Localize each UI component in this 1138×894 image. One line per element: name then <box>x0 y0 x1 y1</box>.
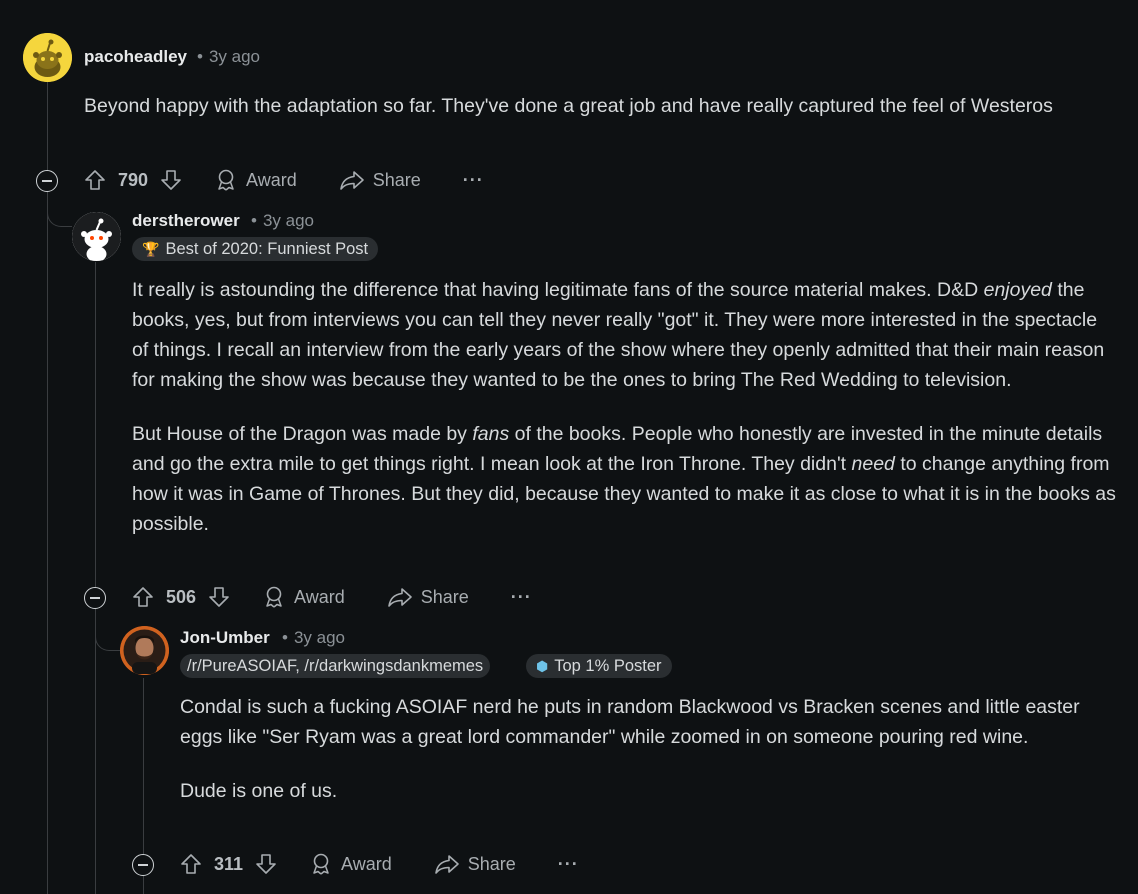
comment-timestamp: • 3y ago <box>247 211 314 231</box>
share-label: Share <box>420 586 469 607</box>
separator-dot: • <box>282 628 288 647</box>
top-poster-badge-icon: ⬢ <box>536 658 549 674</box>
downvote-arrow-icon <box>161 170 181 190</box>
action-bar: 311 Award Share ··· <box>180 846 579 882</box>
upvote-button[interactable] <box>180 853 202 875</box>
upvote-button[interactable] <box>132 586 154 608</box>
more-options-button[interactable]: ··· <box>463 170 484 191</box>
avatar[interactable] <box>72 212 121 261</box>
reply-connector <box>95 612 120 651</box>
upvote-arrow-icon <box>181 854 201 874</box>
comment-timestamp: • 3y ago <box>193 47 260 67</box>
award-icon <box>313 853 329 875</box>
snoo-avatar-icon <box>72 212 121 261</box>
emphasis-text: need <box>851 453 895 475</box>
text-span: But House of the Dragon was made by <box>132 423 473 445</box>
user-flair: 🏆 Best of 2020: Funniest Post <box>132 237 379 261</box>
emphasis-text: enjoyed <box>983 279 1052 301</box>
flair-label: Top 1% Poster <box>554 657 662 675</box>
collapse-button[interactable] <box>36 170 58 192</box>
share-label: Share <box>467 853 516 874</box>
action-bar: 506 Award Share ··· <box>132 579 532 615</box>
more-options-button[interactable]: ··· <box>558 854 579 875</box>
more-options-icon: ··· <box>462 169 484 190</box>
more-options-button[interactable]: ··· <box>511 587 532 608</box>
action-bar: 790 Award Share ··· <box>84 162 484 198</box>
downvote-button[interactable] <box>255 853 277 875</box>
award-label: Award <box>341 853 392 874</box>
vote-count: 790 <box>118 169 149 190</box>
comment-body: Beyond happy with the adaptation so far.… <box>84 91 1094 121</box>
text-span: It really is astounding the difference t… <box>132 279 984 301</box>
downvote-button[interactable] <box>208 586 230 608</box>
user-flair-subreddits: /r/PureASOIAF, /r/darkwingsdankmemes <box>180 654 491 678</box>
comment-paragraph: Beyond happy with the adaptation so far.… <box>84 95 1053 117</box>
snoo-avatar-icon <box>23 33 72 82</box>
comment-author[interactable]: derstherower <box>132 211 240 231</box>
award-button[interactable]: Award <box>262 585 345 609</box>
collapse-button[interactable] <box>132 854 154 876</box>
time-label: 3y ago <box>208 47 260 66</box>
award-icon <box>266 586 282 608</box>
share-button[interactable]: Share <box>339 169 421 191</box>
upvote-button[interactable] <box>84 169 106 191</box>
award-button[interactable]: Award <box>309 852 392 876</box>
time-label: 3y ago <box>293 628 345 647</box>
comment-author[interactable]: pacoheadley <box>84 47 187 67</box>
upvote-arrow-icon <box>133 587 153 607</box>
emphasis-text: fans <box>472 423 510 445</box>
downvote-button[interactable] <box>160 169 182 191</box>
vote-count: 506 <box>166 586 197 607</box>
thread-line-level2[interactable] <box>95 262 96 894</box>
comment-paragraph: Condal is such a fucking ASOIAF nerd he … <box>180 696 1080 748</box>
comment-paragraph: But House of the Dragon was made by fans… <box>132 419 1117 539</box>
avatar[interactable] <box>23 33 72 82</box>
avatar[interactable] <box>120 626 169 675</box>
collapse-button[interactable] <box>84 587 106 609</box>
share-button[interactable]: Share <box>387 586 469 608</box>
comment-author[interactable]: Jon-Umber <box>180 628 270 648</box>
trophy-icon: 🏆 <box>142 241 160 257</box>
upvote-arrow-icon <box>85 170 105 190</box>
vote-count: 311 <box>214 853 244 874</box>
comment-paragraph: It really is astounding the difference t… <box>132 275 1117 395</box>
award-button[interactable]: Award <box>214 168 297 192</box>
share-label: Share <box>372 169 421 190</box>
share-arrow-icon <box>434 855 459 874</box>
separator-dot: • <box>197 47 203 66</box>
downvote-arrow-icon <box>209 587 229 607</box>
award-icon <box>218 169 234 191</box>
share-arrow-icon <box>387 588 412 607</box>
comment-body: Condal is such a fucking ASOIAF nerd he … <box>180 692 1115 806</box>
more-options-icon: ··· <box>557 853 579 874</box>
award-label: Award <box>246 169 297 190</box>
more-options-icon: ··· <box>510 586 532 607</box>
downvote-arrow-icon <box>256 854 276 874</box>
award-label: Award <box>294 586 345 607</box>
flair-label: Best of 2020: Funniest Post <box>165 240 369 258</box>
share-arrow-icon <box>339 171 364 190</box>
user-flair-top-poster: ⬢ Top 1% Poster <box>526 654 672 678</box>
separator-dot: • <box>251 211 257 230</box>
share-button[interactable]: Share <box>434 853 516 875</box>
comment-timestamp: • 3y ago <box>278 628 345 648</box>
comment-body: It really is astounding the difference t… <box>132 275 1117 539</box>
profile-photo-icon <box>120 626 169 675</box>
reply-connector <box>47 196 72 227</box>
time-label: 3y ago <box>262 211 314 230</box>
comment-paragraph: Dude is one of us. <box>180 780 338 802</box>
